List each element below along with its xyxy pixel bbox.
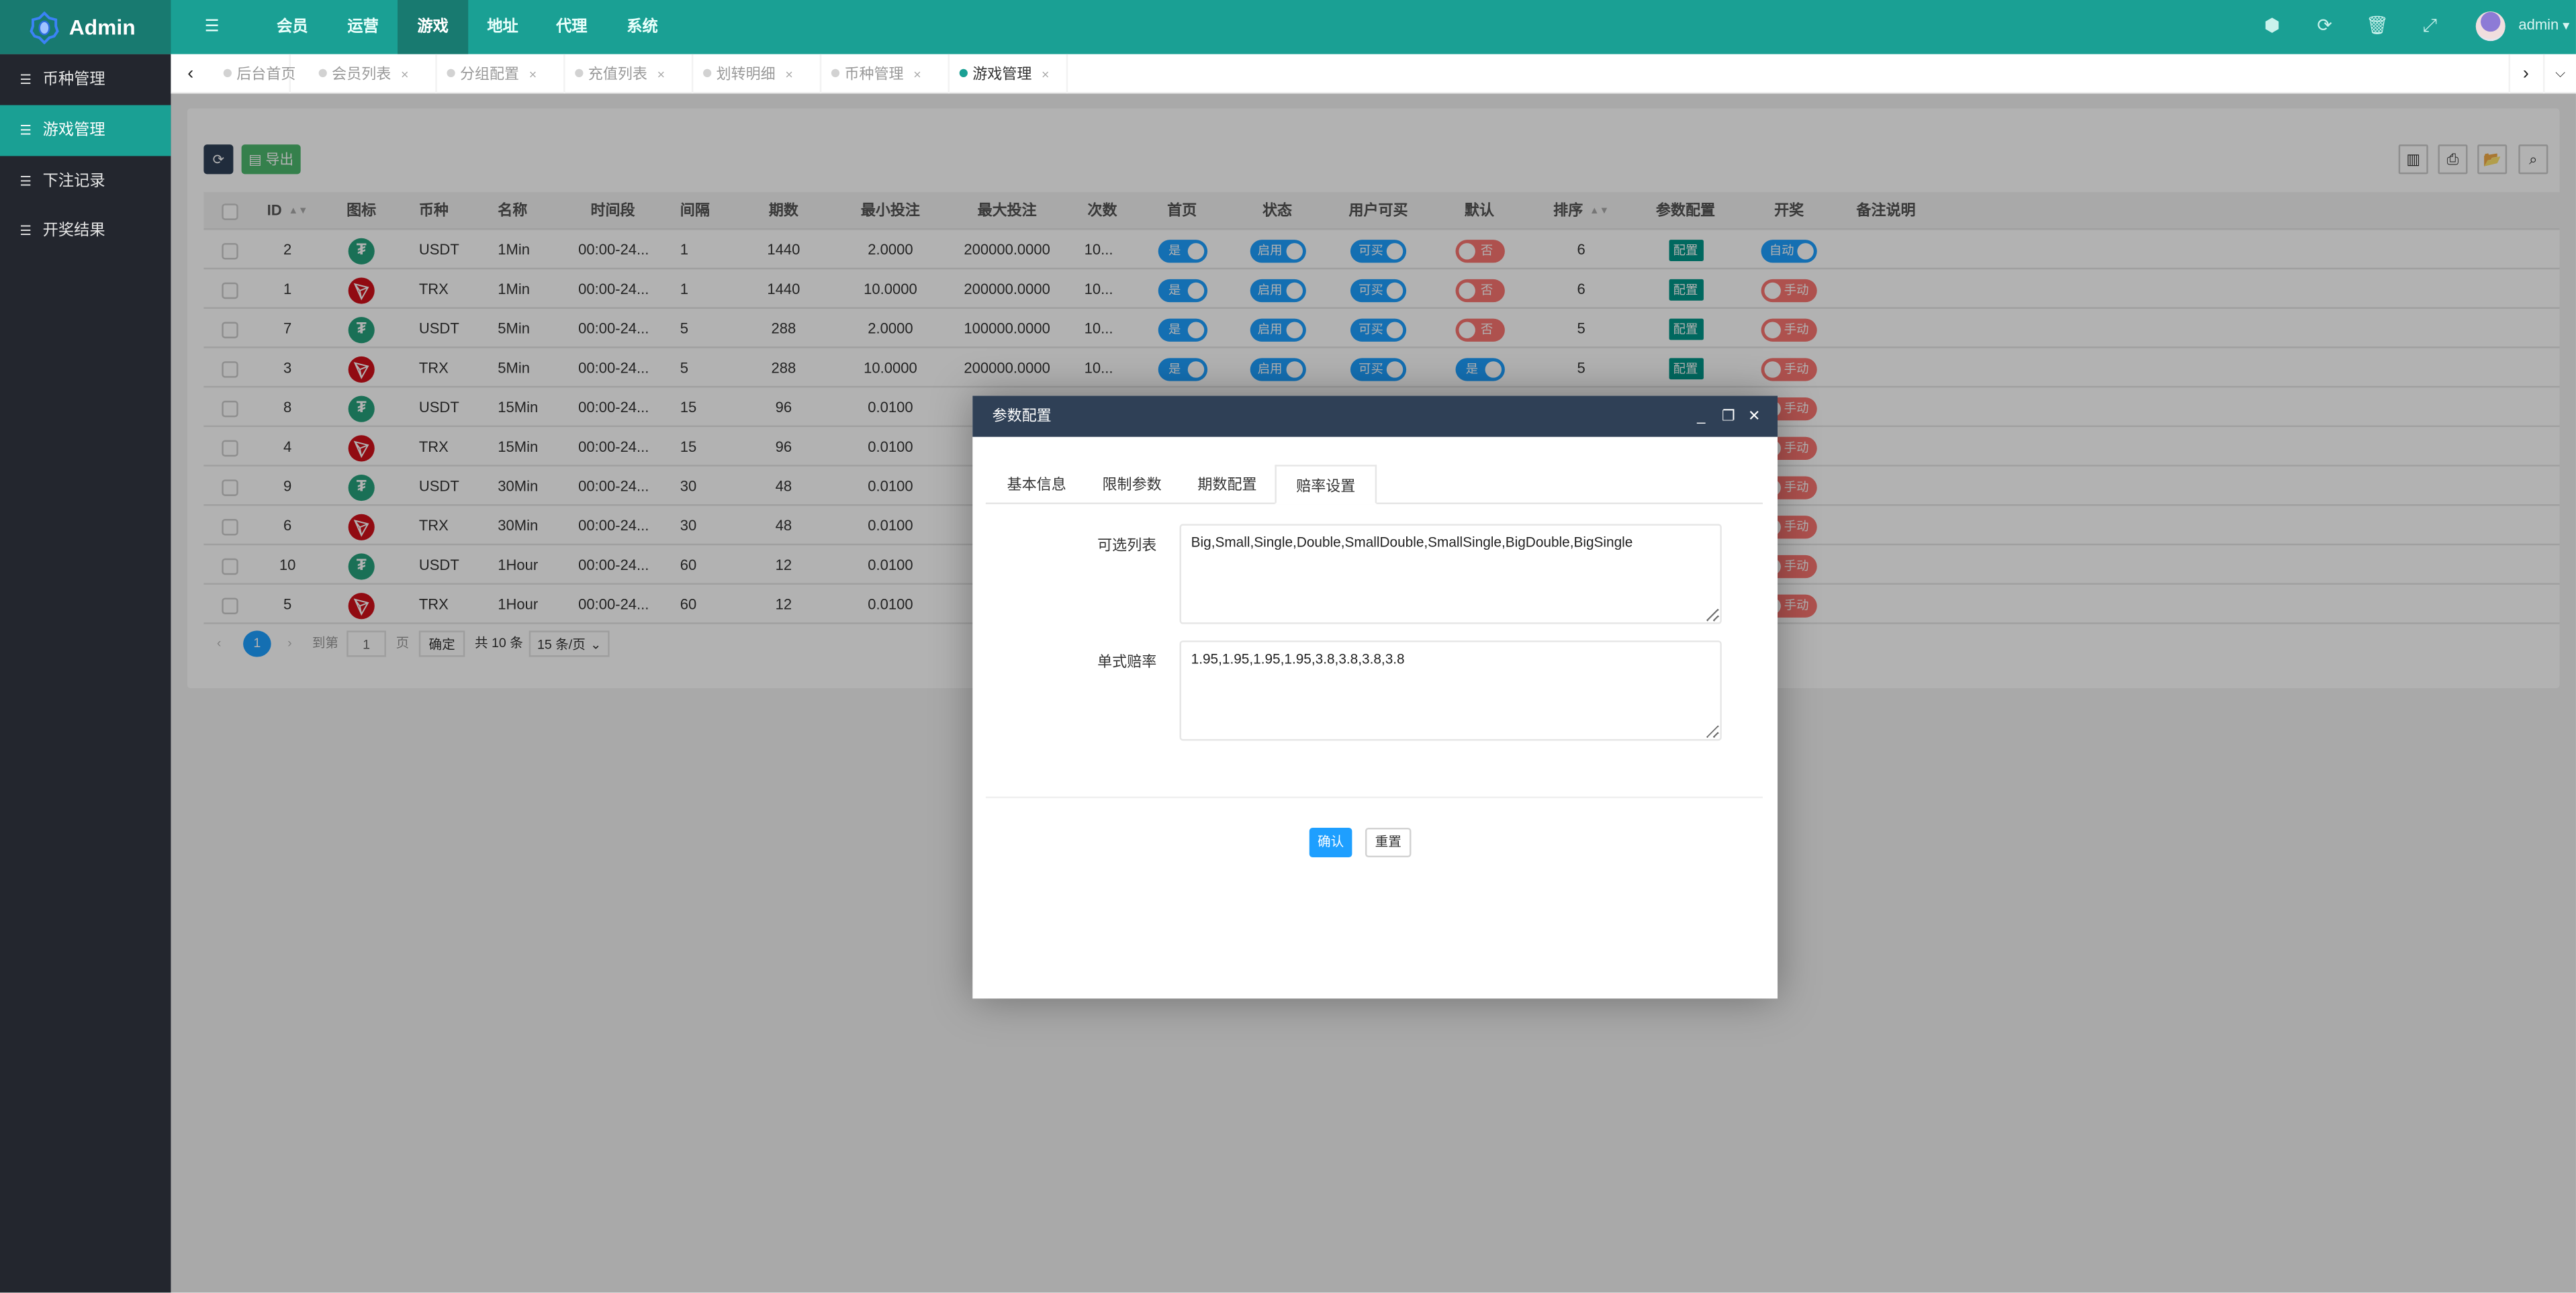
top-header: Admin ☰ 会员 运营 游戏 地址 代理 系统 ⬢ ⟳ 🗑 ⤢ admin ▼	[0, 0, 2576, 54]
logo[interactable]: Admin	[0, 0, 171, 54]
tab-label: 后台首页	[236, 65, 296, 83]
list-icon: ☰	[19, 174, 32, 189]
sidebar-item-label: 开奖结果	[42, 222, 105, 240]
tab-item[interactable]: 充值列表 ×	[565, 54, 694, 94]
refresh-icon[interactable]: ⟳	[2313, 15, 2336, 38]
modal-header: 参数配置	[972, 395, 1778, 437]
user-menu[interactable]: admin ▼	[2518, 0, 2571, 52]
list-icon: ☰	[19, 72, 32, 87]
logo-text: Admin	[68, 15, 136, 40]
trash-icon[interactable]: 🗑	[2366, 15, 2389, 38]
nav-address[interactable]: 地址	[481, 0, 524, 54]
tab-close-icon[interactable]: ×	[785, 67, 792, 82]
form-divider	[985, 796, 1763, 798]
confirm-button[interactable]: 确认	[1309, 827, 1352, 858]
tab-item[interactable]: 币种管理 ×	[821, 54, 950, 94]
list-icon: ☰	[19, 223, 32, 238]
sidebar-item-games[interactable]: ☰ 游戏管理	[0, 105, 171, 156]
nav-system[interactable]: 系统	[621, 0, 664, 54]
tab-item[interactable]: 分组配置 ×	[437, 54, 565, 94]
close-icon[interactable]: ✕	[1748, 396, 1760, 437]
caret-down-icon: ▼	[2560, 21, 2572, 33]
tabs-prev-icon[interactable]: ‹	[174, 54, 207, 94]
tab-item[interactable]: 游戏管理 ×	[950, 54, 1068, 94]
nav-games[interactable]: 游戏	[398, 0, 469, 54]
username: admin	[2518, 16, 2559, 33]
sidebar-item-label: 游戏管理	[42, 122, 105, 140]
tabs-next-icon[interactable]: ›	[2508, 54, 2542, 94]
sidebar-item-results[interactable]: ☰ 开奖结果	[0, 205, 171, 256]
tab-label: 划转明细	[716, 65, 776, 83]
options-label: 可选列表	[1097, 536, 1157, 554]
menu-toggle-icon[interactable]: ☰	[197, 0, 227, 54]
reset-button[interactable]: 重置	[1365, 827, 1412, 858]
fullscreen-icon[interactable]: ⤢	[2418, 15, 2441, 38]
tab-close-icon[interactable]: ×	[657, 67, 665, 82]
tab-close-icon[interactable]: ×	[401, 67, 408, 82]
theme-icon[interactable]: ⬢	[2260, 15, 2283, 38]
modal-title: 参数配置	[992, 407, 1052, 424]
tab-status-dot	[318, 68, 327, 77]
modal-tab-limits[interactable]: 限制参数	[1083, 465, 1181, 504]
sidebar-item-label: 下注记录	[42, 172, 105, 191]
tab-status-dot	[223, 68, 232, 77]
minimize-icon[interactable]: _	[1697, 396, 1705, 437]
tab-close-icon[interactable]: ×	[529, 67, 537, 82]
avatar[interactable]	[2475, 11, 2505, 42]
tab-label: 会员列表	[332, 65, 392, 83]
modal-tab-basic[interactable]: 基本信息	[987, 465, 1086, 504]
tab-status-dot	[575, 68, 584, 77]
nav-operations[interactable]: 运营	[342, 0, 385, 54]
param-config-modal: 参数配置 _ ❐ ✕ 基本信息 限制参数 期数配置 赔率设置 可选列表 Big,…	[972, 395, 1778, 999]
tabs-menu-chevron-down-icon[interactable]: ⌵	[2543, 54, 2576, 94]
nav-agent[interactable]: 代理	[551, 0, 594, 54]
tab-item[interactable]: 会员列表 ×	[309, 54, 437, 94]
tab-label: 分组配置	[459, 65, 520, 83]
tab-status-dot	[959, 68, 968, 77]
tab-bar: ‹ 后台首页 会员列表 × 分组配置 × 充值列表 × 划转明细 × 币种管理 × 游戏管理 × › ⌵	[171, 54, 2576, 94]
sidebar-item-bets[interactable]: ☰ 下注记录	[0, 156, 171, 207]
odds-textarea[interactable]: 1.95,1.95,1.95,1.95,3.8,3.8,3.8,3.8	[1179, 640, 1722, 741]
maximize-icon[interactable]: ❐	[1722, 396, 1735, 437]
tab-label: 币种管理	[844, 65, 904, 83]
tab-item[interactable]: 划转明细 ×	[693, 54, 822, 94]
nav-members[interactable]: 会员	[271, 0, 314, 54]
sidebar-item-currency[interactable]: ☰ 币种管理	[0, 54, 171, 105]
odds-label: 单式赔率	[1097, 653, 1157, 671]
logo-icon	[30, 10, 59, 44]
sidebar-item-label: 币种管理	[42, 70, 105, 89]
modal-tab-periods[interactable]: 期数配置	[1178, 465, 1277, 504]
tab-label: 游戏管理	[972, 65, 1032, 83]
list-icon: ☰	[19, 123, 32, 138]
modal-tab-odds[interactable]: 赔率设置	[1275, 465, 1377, 505]
tab-status-dot	[831, 68, 840, 77]
tab-close-icon[interactable]: ×	[913, 67, 921, 82]
tab-status-dot	[447, 68, 455, 77]
tab-item[interactable]: 后台首页	[214, 54, 295, 94]
sidebar: ☰ 币种管理 ☰ 游戏管理 ☰ 下注记录 ☰ 开奖结果	[0, 54, 171, 1293]
tab-label: 充值列表	[588, 65, 647, 83]
tab-status-dot	[703, 68, 712, 77]
options-textarea[interactable]: Big,Small,Single,Double,SmallDouble,Smal…	[1179, 524, 1722, 624]
tab-close-icon[interactable]: ×	[1042, 67, 1049, 82]
